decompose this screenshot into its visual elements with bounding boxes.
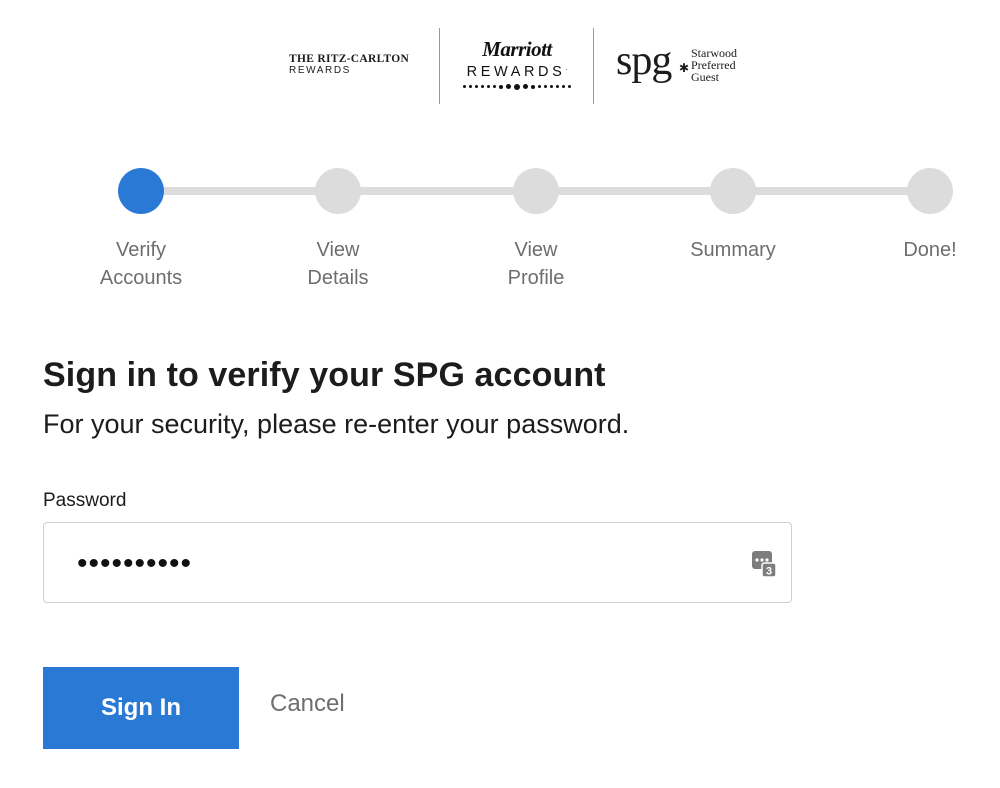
step-label: Done! — [903, 239, 957, 261]
marriott-dot — [538, 85, 541, 89]
marriott-dot — [568, 85, 571, 89]
step-summary: Summary — [663, 168, 803, 264]
brand-divider — [439, 28, 440, 104]
spg-logo-letters: spg — [616, 38, 672, 84]
marriott-logo-script: Marriott — [482, 37, 552, 61]
marriott-rewards-text: REWARDS — [466, 63, 566, 80]
spg-star-icon: ✱ — [679, 61, 690, 75]
ritz-logo-line1: THE RITZ-CARLTON — [289, 53, 410, 65]
marriott-dot — [463, 85, 466, 89]
marriott-dot — [531, 84, 535, 89]
marriott-rewards-mark: . — [565, 65, 568, 72]
page-title: Sign in to verify your SPG account — [43, 356, 606, 394]
marriott-logo-rewards: REWARDS. — [447, 61, 587, 80]
marriott-dot — [475, 85, 478, 89]
step-indicator — [907, 168, 953, 214]
marriott-dot — [487, 85, 490, 89]
step-label: View Details — [307, 239, 369, 289]
marriott-dot — [506, 84, 511, 90]
step-indicator — [710, 168, 756, 214]
spg-logo: spg ✱ Starwood Preferred Guest — [616, 38, 737, 84]
ritz-logo-line2: REWARDS — [289, 65, 351, 76]
step-label: Verify Accounts — [99, 239, 183, 289]
password-field-container[interactable]: 3 — [43, 522, 792, 603]
password-input[interactable] — [75, 543, 719, 585]
password-manager-key-icon[interactable]: 3 — [751, 549, 777, 579]
marriott-dot — [523, 84, 528, 90]
spg-word: Guest — [691, 70, 719, 84]
step-indicator — [513, 168, 559, 214]
password-icon-badge: 3 — [766, 566, 772, 578]
progress-stepper: Verify Accounts View Details View Profil… — [0, 168, 1000, 298]
step-indicator — [315, 168, 361, 214]
marriott-dot — [562, 85, 565, 89]
marriott-dots-mark — [447, 83, 587, 90]
sign-in-button[interactable]: Sign In — [43, 667, 239, 749]
step-verify-accounts: Verify Accounts — [71, 168, 211, 292]
brand-header: THE RITZ-CARLTON REWARDS Marriott REWARD… — [0, 26, 1000, 106]
marriott-rewards-logo: Marriott REWARDS. — [447, 38, 587, 90]
step-indicator — [118, 168, 164, 214]
brand-divider — [593, 28, 594, 104]
spg-logo-words: Starwood Preferred Guest — [691, 47, 737, 83]
ritz-carlton-rewards-logo: THE RITZ-CARLTON REWARDS — [289, 53, 409, 76]
marriott-dot — [550, 85, 553, 89]
marriott-dot — [481, 85, 484, 89]
password-label: Password — [43, 490, 127, 511]
cancel-button[interactable]: Cancel — [270, 690, 345, 718]
step-view-profile: View Profile — [466, 168, 606, 292]
marriott-dot — [514, 83, 520, 90]
step-view-details: View Details — [268, 168, 408, 292]
marriott-dot — [469, 85, 472, 89]
marriott-dot — [556, 85, 559, 89]
marriott-dot — [499, 84, 503, 89]
step-label: Summary — [690, 239, 776, 261]
step-done: Done! — [860, 168, 1000, 264]
marriott-dot — [493, 85, 496, 89]
marriott-dot — [544, 85, 547, 89]
step-label: View Profile — [507, 239, 565, 289]
page-subtitle: For your security, please re-enter your … — [43, 409, 630, 439]
